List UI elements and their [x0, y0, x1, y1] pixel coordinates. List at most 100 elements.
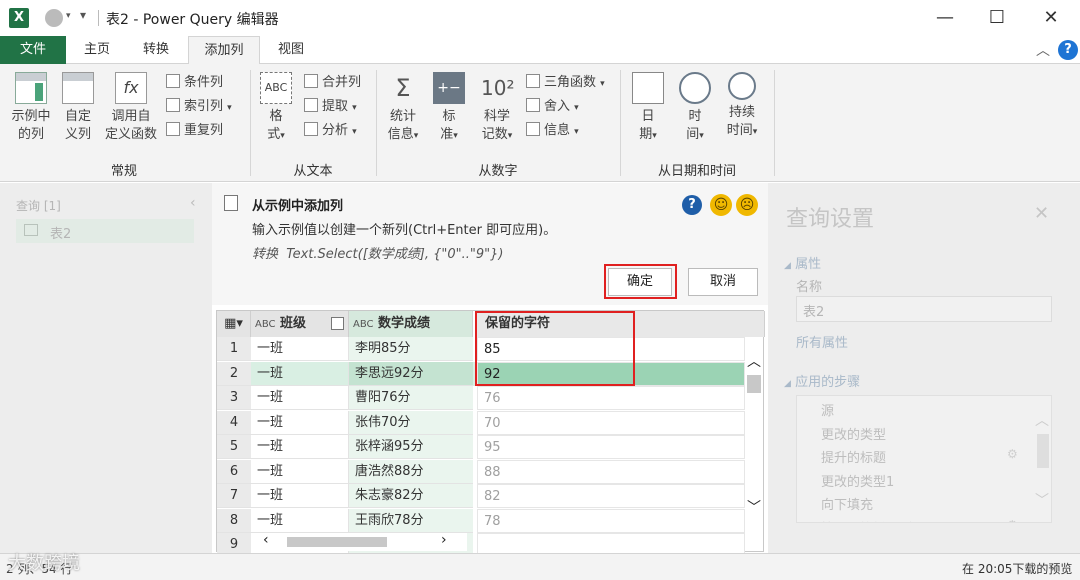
all-properties-link[interactable]: 所有属性	[796, 332, 848, 351]
tab-file[interactable]: 文件	[0, 36, 66, 64]
table-row[interactable]: 3 一班 曹阳76分 76	[217, 386, 745, 411]
scroll-thumb[interactable]	[747, 375, 761, 393]
example-input-cell[interactable]: 82	[477, 484, 745, 508]
tab-add-column[interactable]: 添加列	[188, 36, 260, 65]
extract-button[interactable]: 提取 ▾	[304, 96, 357, 118]
information-button[interactable]: 信息 ▾	[526, 120, 579, 142]
panel-title: 从示例中添加列	[252, 199, 344, 214]
scroll-left-icon[interactable]: ‹	[263, 532, 269, 548]
applied-step[interactable]: 更改的类型1	[821, 471, 894, 490]
close-button[interactable]: ✕	[1028, 0, 1074, 36]
invoke-custom-function-button[interactable]: fx 调用自 定义函数	[100, 72, 162, 144]
standard-button[interactable]: +− 标 准▾	[428, 72, 470, 145]
applied-steps-section[interactable]: ◢ 应用的步骤	[784, 371, 860, 390]
conditional-column-button[interactable]: 条件列	[166, 72, 223, 94]
horizontal-scrollbar[interactable]: ‹ ›	[251, 532, 467, 551]
gear-icon[interactable]: ⚙	[1007, 518, 1018, 523]
applied-step[interactable]: 更改的类型	[821, 424, 886, 443]
cell-class[interactable]: 一班	[251, 508, 349, 533]
query-item[interactable]: 表2	[16, 219, 194, 243]
dropdown-arrow-icon[interactable]: ▾	[66, 11, 71, 21]
table-menu-icon[interactable]: ▦▾	[217, 311, 251, 337]
cell-math-score[interactable]: 王雨欣78分	[349, 508, 473, 533]
column-from-examples-button[interactable]: 示例中 的列	[6, 72, 56, 144]
cell-math-score[interactable]: 唐浩然88分	[349, 459, 473, 484]
minimize-button[interactable]: —	[922, 0, 968, 36]
frown-feedback-icon[interactable]: ☹	[736, 194, 758, 216]
applied-step[interactable]: 按分隔符拆分列	[821, 518, 912, 523]
cell-class[interactable]: 一班	[251, 386, 349, 410]
properties-section[interactable]: ◢ 属性	[784, 253, 821, 272]
close-icon[interactable]: ✕	[1034, 203, 1049, 224]
column-header-label: 班级	[280, 316, 307, 331]
table-row[interactable]: 8 一班 王雨欣78分 78	[217, 508, 745, 533]
cell-class[interactable]: 一班	[251, 484, 349, 508]
cell-class[interactable]: 一班	[251, 435, 349, 459]
scroll-right-icon[interactable]: ›	[441, 532, 447, 548]
cancel-button[interactable]: 取消	[688, 268, 758, 296]
cell-math-score[interactable]: 朱志豪82分	[349, 484, 473, 508]
scientific-button[interactable]: 10² 科学 记数▾	[474, 72, 520, 145]
name-input[interactable]: 表2	[796, 296, 1052, 322]
custom-column-button[interactable]: 自定 义列	[58, 72, 98, 144]
cell-class[interactable]: 一班	[251, 459, 349, 484]
row-number: 7	[217, 484, 251, 508]
cell-math-score[interactable]: 张梓涵95分	[349, 435, 473, 459]
dropdown-arrow-icon: ▾	[507, 131, 513, 141]
format-button[interactable]: ABC 格 式▾	[256, 72, 296, 145]
tab-home[interactable]: 主页	[70, 36, 124, 64]
time-button[interactable]: 时 间▾	[674, 72, 716, 145]
table-row[interactable]: 4 一班 张伟70分 70	[217, 410, 745, 435]
cell-math-score[interactable]: 李明85分	[349, 337, 473, 361]
smile-feedback-icon[interactable]: ☺	[710, 194, 732, 216]
statistics-button[interactable]: Σ 统计 信息▾	[382, 72, 424, 145]
query-settings-pane: 查询设置 ✕ ◢ 属性 名称 表2 所有属性 ◢ 应用的步骤 源更改的类型 提升的…	[768, 183, 1080, 553]
scroll-up-icon[interactable]: ︿	[747, 351, 761, 371]
cell-math-score[interactable]: 曹阳76分	[349, 386, 473, 410]
merge-columns-button[interactable]: 合并列	[304, 72, 361, 94]
tab-transform[interactable]: 转换	[128, 36, 184, 64]
cell-class[interactable]: 一班	[251, 337, 349, 361]
table-row[interactable]: 6 一班 唐浩然88分 88	[217, 459, 745, 484]
gear-icon[interactable]: ⚙	[1007, 447, 1018, 461]
example-input-cell[interactable]: 76	[477, 386, 745, 410]
scroll-down-icon[interactable]: ﹀	[1035, 490, 1049, 510]
vertical-scrollbar[interactable]: ︿ ﹀	[1033, 396, 1051, 522]
cell-class[interactable]: 一班	[251, 361, 349, 386]
vertical-scrollbar[interactable]: ︿ ﹀	[745, 337, 763, 533]
rounding-button[interactable]: 舍入 ▾	[526, 96, 579, 118]
example-input-cell[interactable]: 70	[477, 410, 745, 435]
applied-step[interactable]: 向下填充	[821, 494, 873, 513]
cell-math-score[interactable]: 张伟70分	[349, 410, 473, 435]
maximize-button[interactable]: ☐	[974, 0, 1020, 36]
scroll-up-icon[interactable]: ︿	[1035, 410, 1049, 430]
collapse-ribbon-icon[interactable]: ︿	[1036, 40, 1050, 60]
help-icon[interactable]: ?	[1058, 40, 1078, 60]
table-row[interactable]: 7 一班 朱志豪82分 82	[217, 484, 745, 509]
table-row[interactable]: 5 一班 张梓涵95分 95	[217, 435, 745, 460]
example-input-cell[interactable]: 95	[477, 435, 745, 459]
help-icon[interactable]: ?	[682, 195, 702, 215]
tab-view[interactable]: 视图	[264, 36, 318, 64]
cell-class[interactable]: 一班	[251, 410, 349, 435]
column-header-math-score[interactable]: ABC 数学成绩	[349, 311, 473, 337]
applied-step[interactable]: 提升的标题	[821, 447, 886, 466]
cell-math-score[interactable]: 李思远92分	[349, 361, 473, 386]
example-input-cell[interactable]: 78	[477, 508, 745, 533]
duration-button[interactable]: 持续 时间▾	[720, 72, 764, 141]
applied-step[interactable]: 源	[821, 400, 834, 419]
duplicate-column-button[interactable]: 重复列	[166, 120, 223, 142]
checkbox[interactable]	[331, 317, 344, 330]
scroll-thumb[interactable]	[1037, 434, 1049, 468]
index-column-button[interactable]: 索引列 ▾	[166, 96, 232, 118]
scroll-thumb[interactable]	[287, 537, 387, 547]
trigonometry-button[interactable]: 三角函数 ▾	[526, 72, 605, 94]
example-input-cell[interactable]: 88	[477, 459, 745, 484]
collapse-pane-icon[interactable]: ‹	[190, 195, 196, 211]
date-button[interactable]: 日 期▾	[628, 72, 668, 145]
parse-button[interactable]: 分析 ▾	[304, 120, 357, 142]
smiley-feedback-icon[interactable]	[45, 9, 63, 27]
scroll-down-icon[interactable]: ﹀	[747, 497, 761, 517]
customize-toolbar-icon[interactable]: ▾	[80, 8, 86, 22]
column-header-class[interactable]: ABC 班级	[251, 311, 349, 337]
